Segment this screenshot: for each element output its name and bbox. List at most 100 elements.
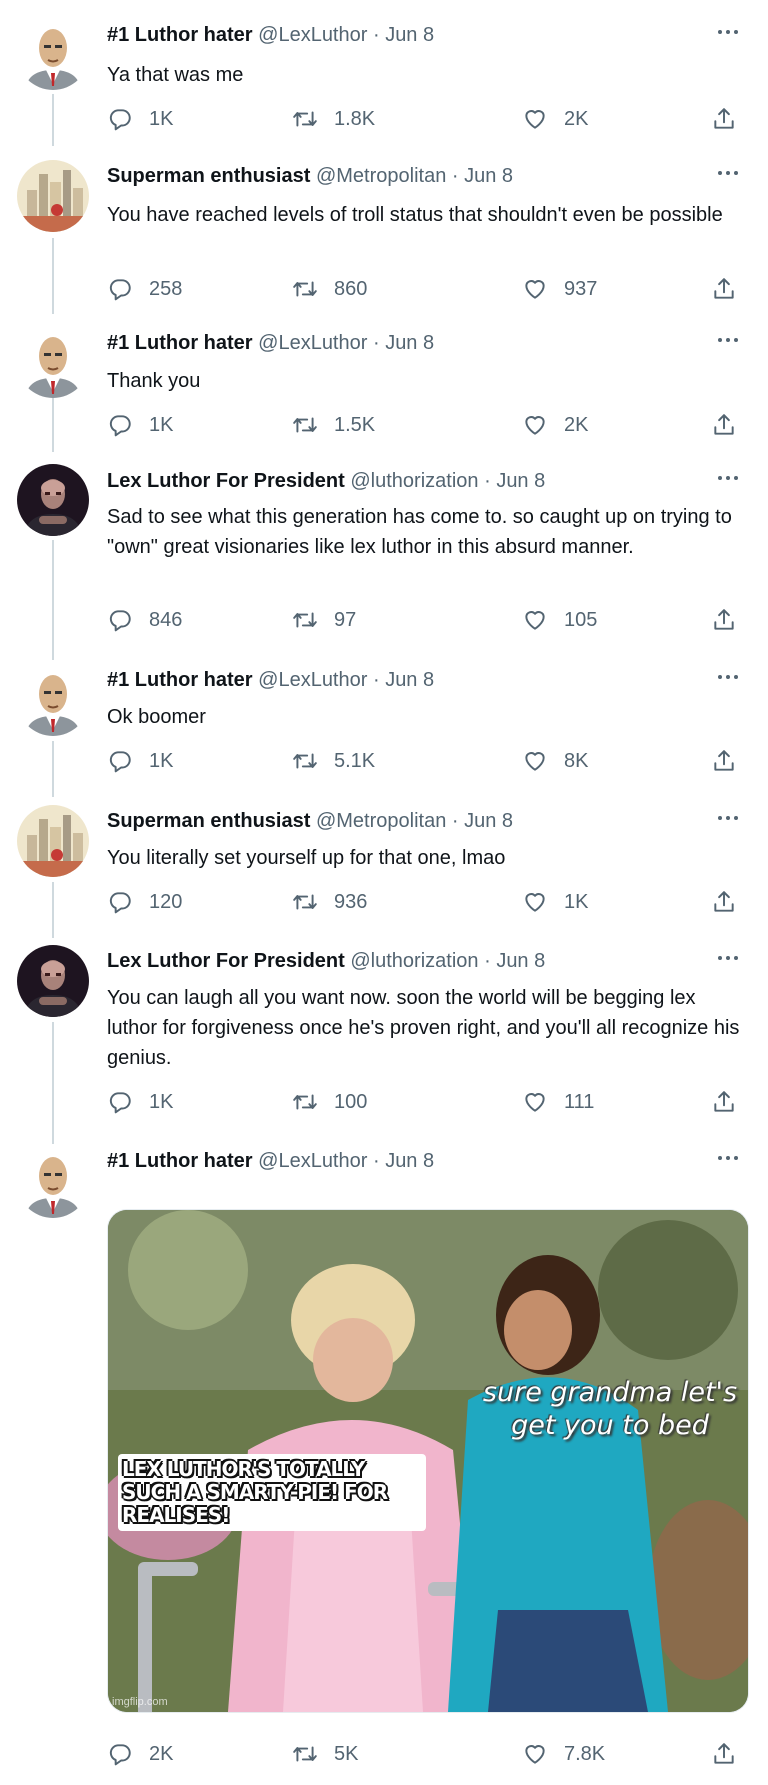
display-name[interactable]: Superman enthusiast: [107, 165, 310, 187]
share-button[interactable]: [711, 1085, 737, 1119]
timestamp[interactable]: Jun 8: [464, 165, 513, 187]
reply-button[interactable]: 1K: [107, 744, 173, 778]
retweet-button[interactable]: 1.5K: [292, 408, 375, 442]
more-icon[interactable]: [718, 1148, 748, 1168]
thread-line: [52, 1022, 54, 1144]
more-icon[interactable]: [718, 330, 748, 350]
timestamp[interactable]: Jun 8: [385, 332, 434, 354]
retweet-button[interactable]: 1.8K: [292, 102, 375, 136]
like-button[interactable]: 7.8K: [522, 1737, 605, 1771]
heart-icon: [522, 412, 548, 438]
tweet-header: Superman enthusiast @Metropolitan · Jun …: [107, 163, 708, 189]
timestamp[interactable]: Jun 8: [496, 470, 545, 492]
reply-button[interactable]: 1K: [107, 1085, 173, 1119]
share-icon: [711, 607, 737, 633]
display-name[interactable]: #1 Luthor hater: [107, 669, 253, 691]
reply-button[interactable]: 846: [107, 603, 182, 637]
like-button[interactable]: 937: [522, 272, 597, 306]
meme-image[interactable]: sure grandma let's get you to bed LEX LU…: [107, 1209, 749, 1713]
avatar[interactable]: [17, 160, 89, 232]
tweet-header: Lex Luthor For President @luthorization …: [107, 468, 708, 494]
like-button[interactable]: 105: [522, 603, 597, 637]
tweet[interactable]: #1 Luthor hater @LexLuthor · Jun 8 Ya th…: [0, 0, 768, 140]
reply-count: 120: [149, 890, 183, 913]
share-button[interactable]: [711, 603, 737, 637]
timestamp[interactable]: Jun 8: [496, 950, 545, 972]
like-button[interactable]: 1K: [522, 885, 588, 919]
thread-line: [52, 238, 54, 314]
retweet-button[interactable]: 860: [292, 272, 367, 306]
action-bar: 1K 100 111: [107, 1085, 747, 1119]
reply-button[interactable]: 1K: [107, 408, 173, 442]
handle[interactable]: @Metropolitan: [316, 810, 446, 832]
display-name[interactable]: #1 Luthor hater: [107, 24, 253, 46]
retweet-button[interactable]: 97: [292, 603, 356, 637]
more-icon[interactable]: [718, 948, 748, 968]
more-icon[interactable]: [718, 163, 748, 183]
timestamp[interactable]: Jun 8: [385, 24, 434, 46]
display-name[interactable]: Lex Luthor For President: [107, 470, 345, 492]
more-icon[interactable]: [718, 667, 748, 687]
heart-icon: [522, 276, 548, 302]
avatar[interactable]: [17, 18, 89, 90]
like-count: 2K: [564, 413, 589, 436]
reply-icon: [107, 412, 133, 438]
timestamp[interactable]: Jun 8: [385, 1150, 434, 1172]
handle[interactable]: @luthorization: [350, 470, 478, 492]
retweet-icon: [292, 412, 318, 438]
timestamp[interactable]: Jun 8: [464, 810, 513, 832]
handle[interactable]: @luthorization: [350, 950, 478, 972]
reply-icon: [107, 106, 133, 132]
like-button[interactable]: 111: [522, 1085, 594, 1119]
display-name[interactable]: #1 Luthor hater: [107, 1150, 253, 1172]
more-icon[interactable]: [718, 22, 748, 42]
retweet-icon: [292, 889, 318, 915]
handle[interactable]: @LexLuthor: [258, 1150, 367, 1172]
retweet-count: 936: [334, 890, 368, 913]
like-count: 1K: [564, 890, 589, 913]
share-button[interactable]: [711, 272, 737, 306]
display-name[interactable]: #1 Luthor hater: [107, 332, 253, 354]
share-button[interactable]: [711, 408, 737, 442]
retweet-button[interactable]: 936: [292, 885, 367, 919]
action-bar: 1K 5.1K 8K: [107, 744, 747, 778]
retweet-button[interactable]: 5K: [292, 1737, 358, 1771]
like-count: 2K: [564, 107, 589, 130]
share-button[interactable]: [711, 885, 737, 919]
avatar[interactable]: [17, 805, 89, 877]
reply-button[interactable]: 258: [107, 272, 182, 306]
reply-count: 1K: [149, 413, 174, 436]
timestamp[interactable]: Jun 8: [385, 669, 434, 691]
avatar[interactable]: [17, 1146, 89, 1218]
more-icon[interactable]: [718, 808, 748, 828]
thread-line: [52, 396, 54, 452]
reply-button[interactable]: 2K: [107, 1737, 173, 1771]
share-button[interactable]: [711, 744, 737, 778]
handle[interactable]: @LexLuthor: [258, 669, 367, 691]
display-name[interactable]: Superman enthusiast: [107, 810, 310, 832]
display-name[interactable]: Lex Luthor For President: [107, 950, 345, 972]
share-button[interactable]: [711, 1737, 737, 1771]
like-button[interactable]: 8K: [522, 744, 588, 778]
share-button[interactable]: [711, 102, 737, 136]
reply-count: 1K: [149, 1090, 174, 1113]
avatar[interactable]: [17, 664, 89, 736]
handle[interactable]: @Metropolitan: [316, 165, 446, 187]
retweet-button[interactable]: 5.1K: [292, 744, 375, 778]
handle[interactable]: @LexLuthor: [258, 24, 367, 46]
like-button[interactable]: 2K: [522, 408, 588, 442]
handle[interactable]: @LexLuthor: [258, 332, 367, 354]
avatar[interactable]: [17, 464, 89, 536]
reply-button[interactable]: 1K: [107, 102, 173, 136]
share-icon: [711, 106, 737, 132]
reply-icon: [107, 1741, 133, 1767]
retweet-button[interactable]: 100: [292, 1085, 367, 1119]
avatar[interactable]: [17, 326, 89, 398]
reply-icon: [107, 607, 133, 633]
like-button[interactable]: 2K: [522, 102, 588, 136]
avatar[interactable]: [17, 945, 89, 1017]
separator: ·: [367, 332, 386, 354]
more-icon[interactable]: [718, 468, 748, 488]
retweet-count: 5K: [334, 1742, 359, 1765]
reply-button[interactable]: 120: [107, 885, 182, 919]
